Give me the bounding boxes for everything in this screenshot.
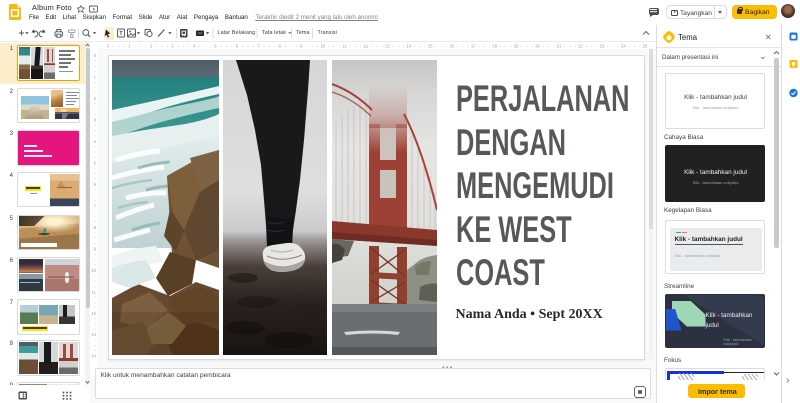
svg-text:8: 8 xyxy=(94,225,97,230)
svg-text:4: 4 xyxy=(94,139,97,144)
svg-text:8: 8 xyxy=(279,44,282,49)
svg-text:17: 17 xyxy=(471,44,476,49)
svg-text:1: 1 xyxy=(128,44,131,49)
svg-text:23: 23 xyxy=(600,44,605,49)
svg-text:2: 2 xyxy=(150,44,153,49)
svg-text:1: 1 xyxy=(94,74,97,79)
svg-text:10: 10 xyxy=(91,268,96,273)
svg-text:2: 2 xyxy=(94,96,97,101)
svg-text:12: 12 xyxy=(363,44,368,49)
svg-text:3: 3 xyxy=(171,44,174,49)
svg-text:21: 21 xyxy=(557,44,562,49)
svg-text:0: 0 xyxy=(94,53,97,58)
svg-text:0: 0 xyxy=(107,44,110,49)
svg-text:9: 9 xyxy=(94,246,97,251)
svg-text:24: 24 xyxy=(621,44,626,49)
svg-text:19: 19 xyxy=(514,44,519,49)
svg-text:25: 25 xyxy=(643,44,648,49)
svg-text:7: 7 xyxy=(257,44,260,49)
svg-text:7: 7 xyxy=(94,203,97,208)
svg-text:12: 12 xyxy=(91,311,96,316)
svg-text:11: 11 xyxy=(92,289,97,294)
svg-text:14: 14 xyxy=(91,354,96,359)
svg-text:9: 9 xyxy=(300,44,303,49)
svg-text:3: 3 xyxy=(94,117,97,122)
svg-text:4: 4 xyxy=(193,44,196,49)
svg-text:20: 20 xyxy=(535,44,540,49)
svg-text:5: 5 xyxy=(94,160,97,165)
svg-text:22: 22 xyxy=(578,44,583,49)
svg-text:13: 13 xyxy=(91,332,96,337)
svg-text:6: 6 xyxy=(236,44,239,49)
svg-text:10: 10 xyxy=(320,44,325,49)
svg-text:13: 13 xyxy=(385,44,390,49)
svg-text:15: 15 xyxy=(428,44,433,49)
svg-text:6: 6 xyxy=(94,182,97,187)
svg-text:5: 5 xyxy=(214,44,217,49)
svg-text:16: 16 xyxy=(449,44,454,49)
svg-text:11: 11 xyxy=(342,44,347,49)
svg-text:18: 18 xyxy=(492,44,497,49)
svg-text:14: 14 xyxy=(406,44,411,49)
